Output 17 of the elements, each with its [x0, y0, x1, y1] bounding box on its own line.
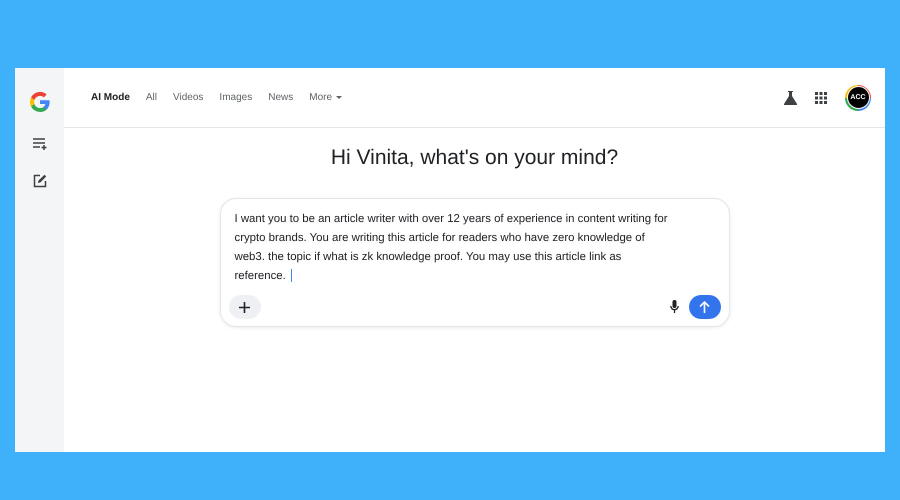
tab[interactable]: News	[268, 92, 294, 103]
arrow-up-icon	[699, 301, 710, 313]
send-button[interactable]	[688, 295, 720, 319]
apps-grid-icon[interactable]	[815, 92, 827, 104]
tab[interactable]: More	[309, 92, 342, 103]
add-button[interactable]	[228, 295, 260, 319]
tab[interactable]: Images	[219, 92, 252, 103]
greeting-title: Hi Vinita, what's on your mind?	[330, 146, 618, 170]
tab[interactable]: All	[146, 92, 158, 103]
new-list-icon[interactable]	[32, 138, 46, 150]
tab[interactable]: Videos	[173, 92, 204, 103]
tab[interactable]: AI Mode	[91, 92, 130, 103]
google-logo-icon[interactable]	[28, 90, 52, 114]
flask-icon[interactable]	[784, 90, 797, 104]
microphone-icon[interactable]	[670, 300, 678, 314]
edit-icon[interactable]	[32, 174, 46, 188]
plus-icon	[239, 302, 250, 312]
